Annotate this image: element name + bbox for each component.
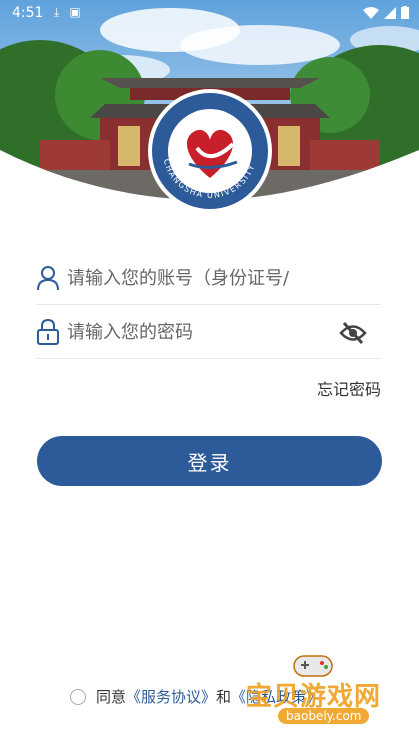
university-logo: CHANGSHA UNIVERSITY <box>148 89 272 213</box>
gamepad-icon <box>293 655 333 677</box>
notification-icons: ⤓ ▣ <box>54 5 81 20</box>
account-field <box>37 253 381 305</box>
watermark: 宝贝游戏网 baobely.com <box>240 650 400 740</box>
signal-icon <box>384 6 396 19</box>
status-bar: 4:51 ⤓ ▣ <box>0 0 419 28</box>
user-icon <box>37 266 59 291</box>
password-field <box>37 307 381 359</box>
hide-password-icon[interactable] <box>339 320 367 346</box>
login-button[interactable]: 登录 <box>37 436 382 486</box>
wifi-icon <box>363 6 379 19</box>
password-input[interactable] <box>67 315 337 349</box>
battery-icon <box>401 6 409 19</box>
agreement-and: 和 <box>216 688 232 706</box>
service-agreement-link[interactable]: 《服务协议》 <box>126 686 216 707</box>
system-icons <box>363 6 409 19</box>
lock-icon <box>37 319 59 345</box>
app-notification-icon: ▣ <box>69 5 81 19</box>
agreement-prefix: 同意 <box>96 688 127 706</box>
watermark-url: baobely.com <box>278 708 370 724</box>
agree-radio[interactable] <box>70 688 86 705</box>
status-time: 4:51 <box>12 5 44 21</box>
account-input[interactable] <box>67 261 337 295</box>
download-icon: ⤓ <box>54 5 60 19</box>
campus-banner: CHANGSHA UNIVERSITY <box>0 0 419 215</box>
forgot-password-link[interactable]: 忘记密码 <box>317 376 381 400</box>
